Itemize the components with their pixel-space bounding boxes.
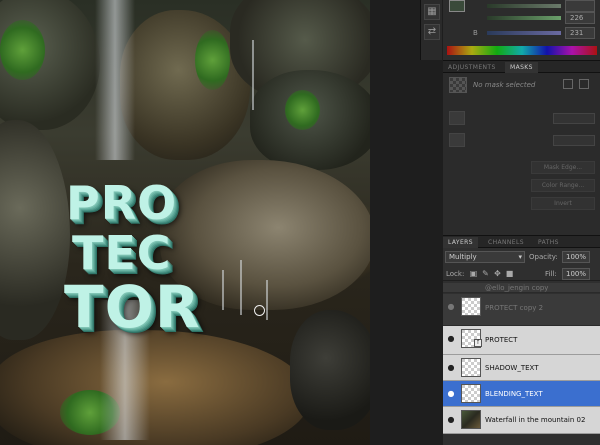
density-field[interactable] [553, 113, 595, 124]
layer-name: @ello_jengin copy [485, 284, 549, 292]
fill-label: Fill: [545, 270, 557, 278]
lock-position-icon[interactable]: ✥ [493, 269, 502, 278]
color-slider[interactable] [487, 31, 561, 35]
title-line-2: TEC [72, 226, 172, 280]
rock-shape [0, 120, 70, 340]
mask-thumbnail [449, 77, 467, 93]
lock-label: Lock: [446, 270, 465, 278]
layer-name: BLENDING_TEXT [485, 390, 543, 398]
water-drip [252, 40, 254, 110]
layer-name: PROTECT copy 2 [485, 304, 544, 312]
brush-cursor-icon [254, 305, 265, 316]
panel-dock-strip: ▦ ⇄ [420, 0, 442, 60]
layer-row[interactable]: @ello_jengin copy [443, 283, 600, 293]
opacity-field[interactable]: 100% [562, 251, 590, 263]
visibility-eye-icon[interactable]: ● [446, 389, 456, 399]
visibility-eye-icon[interactable]: ● [446, 302, 456, 312]
tab-paths[interactable]: PATHS [533, 237, 564, 248]
layer-thumbnail [461, 297, 481, 316]
vector-mask-icon[interactable] [579, 79, 589, 89]
lock-row: Lock: ▣ ✎ ✥ ■ Fill: 100% [443, 267, 600, 281]
color-slider[interactable] [487, 4, 561, 8]
visibility-eye-icon[interactable]: ● [446, 363, 456, 373]
layers-tabbar: LAYERS CHANNELS PATHS [443, 236, 600, 248]
water-drip [240, 260, 242, 315]
color-panel: 226 B 231 [443, 0, 600, 60]
color-spectrum-bar[interactable] [447, 46, 597, 55]
pixel-mask-icon[interactable] [563, 79, 573, 89]
tab-channels[interactable]: CHANNELS [483, 237, 529, 248]
layers-panel: LAYERS CHANNELS PATHS Multiply Opacity: … [443, 235, 600, 445]
density-icon [449, 111, 465, 125]
fill-field[interactable]: 100% [562, 268, 590, 280]
title-line-1: PRO [66, 176, 178, 230]
layer-row[interactable]: ● Waterfall in the mountain 02 [443, 407, 600, 434]
color-slider-row [473, 0, 598, 12]
masks-panel: ADJUSTMENTS MASKS No mask selected Mask … [443, 60, 600, 235]
workspace-background [370, 0, 443, 445]
color-range-button[interactable]: Color Range... [531, 179, 595, 192]
moss-patch [195, 30, 230, 90]
tab-masks[interactable]: MASKS [505, 62, 538, 73]
right-panels: 226 B 231 ADJUSTMENTS MASKS No mask sele… [443, 0, 600, 445]
foreground-color-swatch[interactable] [449, 0, 465, 12]
layer-row-selected[interactable]: ● BLENDING_TEXT [443, 381, 600, 407]
rock-shape [290, 310, 370, 430]
slider-value-field[interactable]: 231 [565, 27, 595, 39]
tab-adjustments[interactable]: ADJUSTMENTS [443, 62, 501, 73]
slider-label: B [473, 29, 478, 37]
feather-icon [449, 133, 465, 147]
blend-mode-select[interactable]: Multiply [445, 251, 525, 263]
color-slider[interactable] [487, 16, 561, 20]
opacity-label: Opacity: [529, 253, 558, 261]
mask-edge-button[interactable]: Mask Edge... [531, 161, 595, 174]
slider-value-field[interactable] [565, 0, 595, 12]
layer-row[interactable]: ● f PROTECT [443, 326, 600, 355]
visibility-eye-icon[interactable]: ● [446, 415, 456, 425]
tab-layers[interactable]: LAYERS [443, 237, 478, 248]
blend-row: Multiply Opacity: 100% [443, 250, 600, 264]
slider-value-field[interactable]: 226 [565, 12, 595, 24]
layer-style-icon: f [474, 339, 482, 347]
layer-row[interactable]: ● PROTECT copy 2 [443, 294, 600, 326]
moss-patch [0, 20, 45, 80]
title-line-3: TOR [64, 273, 201, 341]
lock-transparency-icon[interactable]: ▣ [469, 269, 478, 278]
waterfall-stream [95, 0, 135, 160]
actions-icon[interactable]: ⇄ [424, 24, 440, 40]
water-drip [266, 280, 268, 320]
layer-name: Waterfall in the mountain 02 [485, 416, 586, 424]
invert-button[interactable]: Invert [531, 197, 595, 210]
document-canvas[interactable]: PRO TEC TOR [0, 0, 370, 445]
feather-field[interactable] [553, 135, 595, 146]
history-icon[interactable]: ▦ [424, 4, 440, 20]
mask-status-text: No mask selected [473, 81, 536, 89]
layer-thumbnail [461, 410, 481, 429]
layer-thumbnail [461, 358, 481, 377]
visibility-eye-icon[interactable]: ● [446, 334, 456, 344]
masks-tabbar: ADJUSTMENTS MASKS [443, 61, 600, 73]
protector-3d-text[interactable]: PRO TEC TOR [62, 180, 232, 360]
layer-name: SHADOW_TEXT [485, 364, 539, 372]
layer-thumbnail [461, 384, 481, 403]
lock-all-icon[interactable]: ■ [505, 269, 514, 278]
lock-pixels-icon[interactable]: ✎ [481, 269, 490, 278]
color-slider-row: 226 [473, 12, 598, 24]
layer-name: PROTECT [485, 336, 518, 344]
color-slider-row: B 231 [473, 27, 598, 39]
moss-patch [285, 90, 320, 130]
layer-row[interactable]: ● SHADOW_TEXT [443, 355, 600, 381]
